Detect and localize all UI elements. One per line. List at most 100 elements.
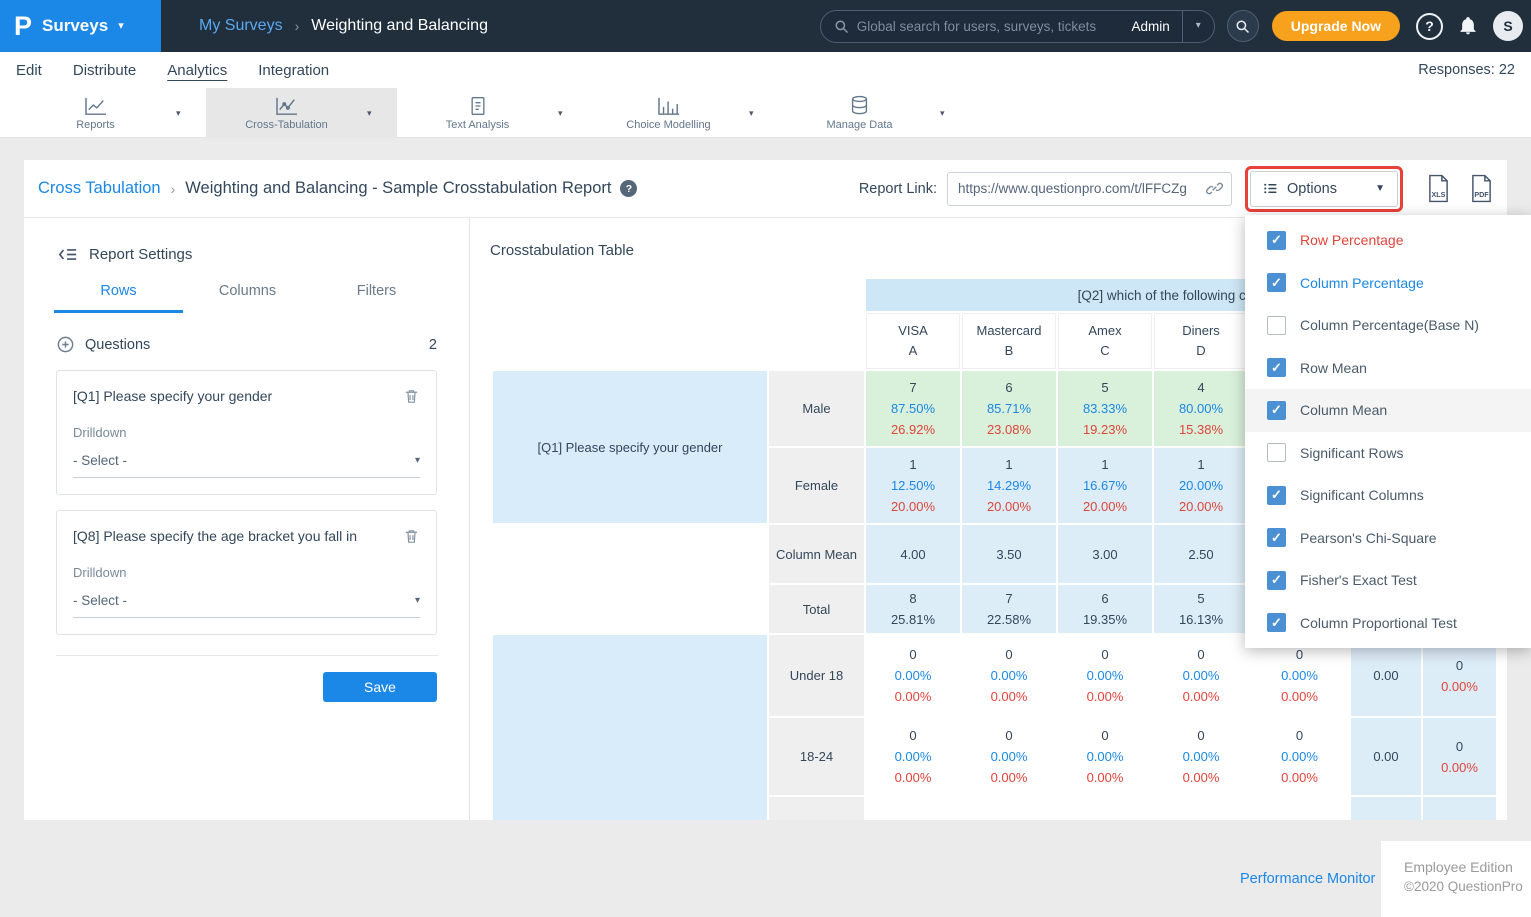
- checkbox[interactable]: [1267, 486, 1286, 505]
- chevron-down-icon[interactable]: ▾: [558, 108, 588, 119]
- row-label: Total: [769, 585, 864, 633]
- search-scope-dropdown[interactable]: ▾: [1182, 11, 1214, 42]
- row-label: 18-24: [769, 718, 864, 795]
- export-xls-button[interactable]: XLS: [1427, 174, 1450, 203]
- drilldown-select[interactable]: - Select - ▾: [73, 593, 420, 618]
- data-cell: 00.00%0.00%: [1154, 635, 1248, 716]
- export-pdf-button[interactable]: PDF: [1470, 174, 1493, 203]
- data-cell: 00.00%0.00%: [1154, 718, 1248, 795]
- chevron-down-icon: ▼: [1359, 184, 1385, 194]
- help-button[interactable]: ?: [1416, 13, 1443, 40]
- breadcrumb-current: Weighting and Balancing: [311, 17, 488, 35]
- breadcrumb-cross-tabulation[interactable]: Cross Tabulation: [38, 179, 161, 198]
- menu-item-significant-columns[interactable]: Significant Columns: [1245, 474, 1531, 517]
- data-cell: 3.50: [962, 525, 1056, 583]
- edition-box: Employee Edition ©2020 QuestionPro: [1381, 841, 1531, 917]
- menu-item-row-percentage[interactable]: Row Percentage: [1245, 219, 1531, 262]
- product-name: Surveys: [42, 16, 108, 36]
- list-icon: [1263, 181, 1278, 196]
- nav-distribute[interactable]: Distribute: [73, 62, 136, 79]
- nav-integration[interactable]: Integration: [258, 62, 329, 79]
- search-submit-button[interactable]: [1227, 10, 1259, 42]
- breadcrumb-my-surveys[interactable]: My Surveys: [199, 17, 283, 35]
- toolbar-cross-tabulation[interactable]: Cross-Tabulation ▾: [206, 88, 397, 138]
- tab-filters[interactable]: Filters: [312, 283, 441, 313]
- data-cell: 825.81%: [866, 585, 960, 633]
- report-help-icon[interactable]: ?: [620, 180, 637, 197]
- line-chart-icon: [84, 96, 108, 116]
- toolbar-choice-modelling[interactable]: Choice Modelling ▾: [588, 88, 779, 138]
- data-cell: 787.50%26.92%: [866, 371, 960, 446]
- delete-question-icon[interactable]: [403, 388, 420, 405]
- checkbox[interactable]: [1267, 528, 1286, 547]
- drilldown-label: Drilldown: [73, 565, 420, 580]
- data-cell: 480.00%15.38%: [1154, 371, 1248, 446]
- menu-item-column-proportional-test[interactable]: Column Proportional Test: [1245, 602, 1531, 645]
- database-icon: [850, 95, 869, 116]
- checkbox[interactable]: [1267, 571, 1286, 590]
- chevron-down-icon[interactable]: ▾: [749, 108, 779, 119]
- copyright-label: ©2020 QuestionPro: [1404, 879, 1531, 894]
- user-avatar[interactable]: S: [1493, 11, 1523, 41]
- top-bar: P Surveys ▾ My Surveys › Weighting and B…: [0, 0, 1531, 52]
- add-question-icon[interactable]: [56, 335, 75, 354]
- upgrade-now-button[interactable]: Upgrade Now: [1272, 11, 1400, 41]
- checkbox[interactable]: [1267, 358, 1286, 377]
- chevron-down-icon: ▾: [415, 596, 420, 606]
- report-actions: Report Link: Options ▼ XLS PDF: [859, 166, 1493, 212]
- report-settings-panel: Report Settings Rows Columns Filters Que…: [24, 218, 470, 820]
- column-header: MastercardB: [962, 313, 1056, 369]
- chevron-down-icon[interactable]: ▾: [367, 108, 397, 119]
- search-scope-label: Admin: [1120, 19, 1182, 34]
- performance-monitor-link[interactable]: Performance Monitor: [1240, 871, 1375, 887]
- column-header: DinersD: [1154, 313, 1248, 369]
- chevron-down-icon[interactable]: ▾: [176, 108, 206, 119]
- menu-item-column-mean[interactable]: Column Mean: [1245, 389, 1531, 432]
- data-cell: 3.00: [1058, 525, 1152, 583]
- data-cell: 516.13%: [1154, 585, 1248, 633]
- save-button[interactable]: Save: [323, 672, 437, 702]
- edition-label: Employee Edition: [1404, 859, 1531, 875]
- toolbar-text-analysis[interactable]: Text Analysis ▾: [397, 88, 588, 138]
- collapse-panel-icon[interactable]: [58, 246, 78, 263]
- question-label: [Q1] Please specify your gender: [73, 388, 403, 404]
- drilldown-label: Drilldown: [73, 425, 420, 440]
- checkbox[interactable]: [1267, 613, 1286, 632]
- menu-item-fishers-exact-test[interactable]: Fisher's Exact Test: [1245, 559, 1531, 602]
- data-cell: 00.00%0.00%: [962, 718, 1056, 795]
- menu-item-column-percentage[interactable]: Column Percentage: [1245, 262, 1531, 305]
- menu-item-significant-rows[interactable]: Significant Rows: [1245, 432, 1531, 475]
- data-cell: 2.50: [1154, 525, 1248, 583]
- nav-edit[interactable]: Edit: [16, 62, 42, 79]
- tab-rows[interactable]: Rows: [54, 283, 183, 313]
- checkbox[interactable]: [1267, 231, 1286, 250]
- menu-item-row-mean[interactable]: Row Mean: [1245, 347, 1531, 390]
- checkbox[interactable]: [1267, 443, 1286, 462]
- delete-question-icon[interactable]: [403, 528, 420, 545]
- svg-text:XLS: XLS: [1432, 191, 1446, 199]
- drilldown-select[interactable]: - Select - ▾: [73, 453, 420, 478]
- checkbox[interactable]: [1267, 316, 1286, 335]
- menu-item-column-percentage-base-n[interactable]: Column Percentage(Base N): [1245, 304, 1531, 347]
- svg-text:PDF: PDF: [1474, 191, 1489, 199]
- tab-columns[interactable]: Columns: [183, 283, 312, 313]
- data-cell: 619.35%: [1058, 585, 1152, 633]
- product-switcher[interactable]: P Surveys ▾: [0, 0, 161, 52]
- notifications-bell-icon[interactable]: [1458, 16, 1478, 36]
- toolbar-manage-data[interactable]: Manage Data ▾: [779, 88, 970, 138]
- report-url-input[interactable]: [958, 181, 1206, 196]
- chevron-down-icon[interactable]: ▾: [940, 108, 970, 119]
- checkbox[interactable]: [1267, 273, 1286, 292]
- row-label: [769, 797, 864, 820]
- breadcrumb-separator-icon: ›: [295, 18, 300, 34]
- data-cell: 722.58%: [962, 585, 1056, 633]
- options-button[interactable]: Options ▼: [1250, 171, 1398, 207]
- checkbox[interactable]: [1267, 401, 1286, 420]
- menu-item-pearsons-chi-square[interactable]: Pearson's Chi-Square: [1245, 517, 1531, 560]
- toolbar-reports[interactable]: Reports ▾: [15, 88, 206, 138]
- link-icon[interactable]: [1206, 180, 1223, 197]
- row-label: Male: [769, 371, 864, 446]
- breadcrumb-separator-icon: ›: [171, 181, 176, 197]
- nav-analytics[interactable]: Analytics: [167, 62, 227, 79]
- global-search-input[interactable]: [857, 19, 1120, 34]
